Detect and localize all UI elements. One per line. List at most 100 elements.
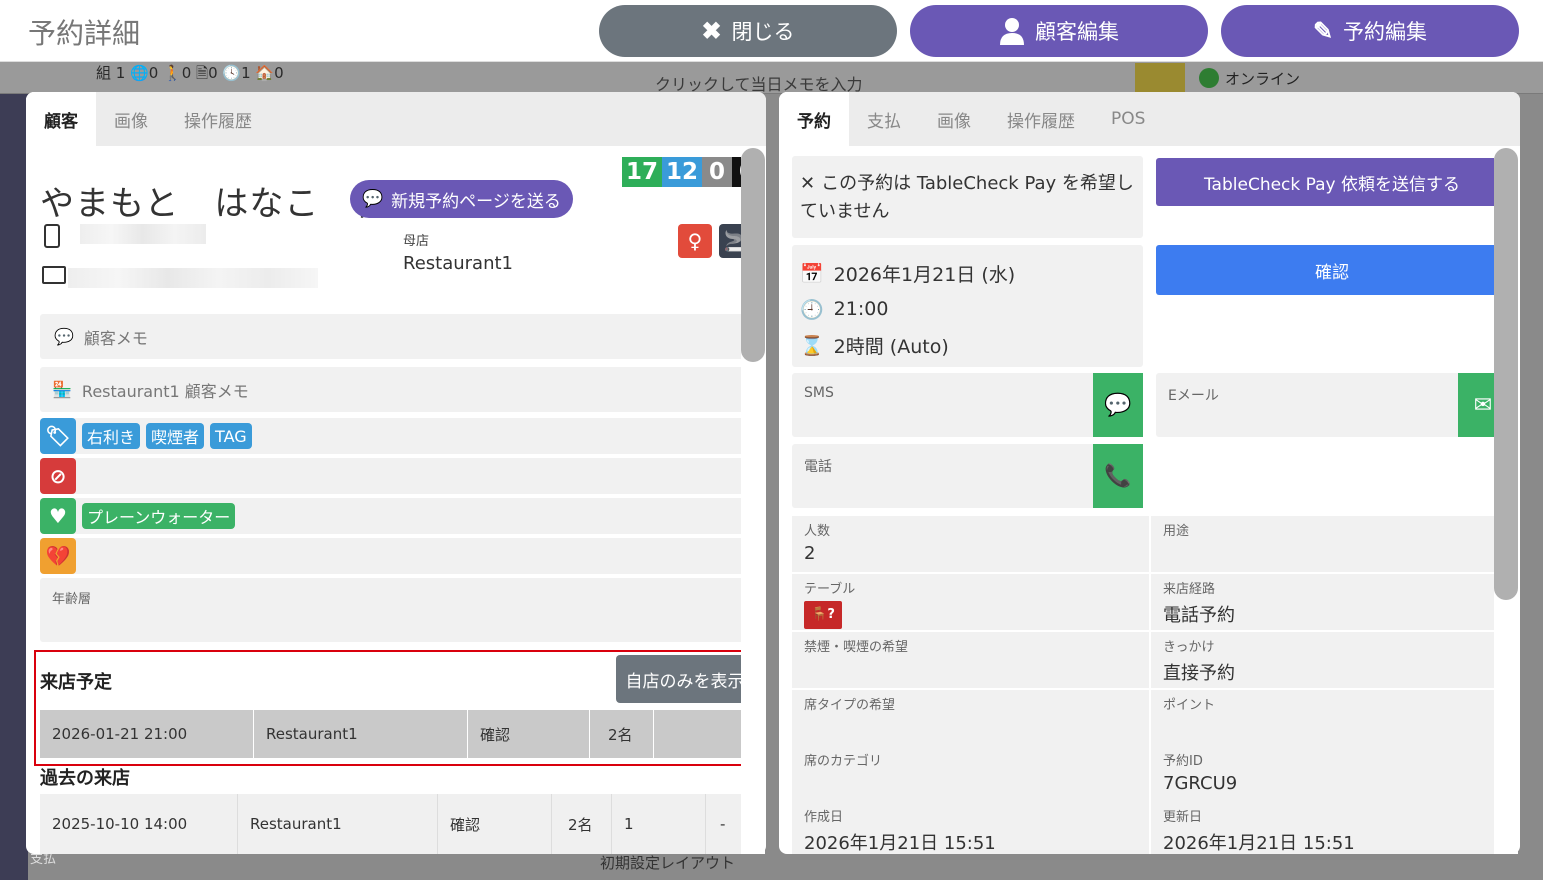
tab-reservation[interactable]: 予約 xyxy=(779,92,849,146)
customer-panel-scrollbar[interactable] xyxy=(741,148,765,854)
pencil-icon: ✎ xyxy=(1312,17,1334,45)
close-button-label: 閉じる xyxy=(731,21,795,44)
sms-button[interactable]: 💬 xyxy=(1093,373,1143,437)
field-purpose[interactable]: 用途 xyxy=(1151,516,1508,572)
ban-icon: ⊘ xyxy=(40,458,76,494)
reservation-time: 21:00 xyxy=(833,298,889,320)
pay-note-text: この予約は TableCheck Pay を希望していません xyxy=(800,173,1134,222)
email-field: Eメール ✉ xyxy=(1156,373,1508,437)
upcoming-party-size: 2名 xyxy=(590,710,654,758)
sms-label: SMS xyxy=(804,385,834,401)
send-button-label: 新規予約ページを送る xyxy=(391,191,561,212)
home-store-value: Restaurant1 xyxy=(403,253,513,274)
badge-visits: 17 xyxy=(622,157,663,187)
close-icon: ✖ xyxy=(701,17,722,45)
upcoming-datetime: 2026-01-21 21:00 xyxy=(40,710,254,758)
past-party-size: 2名 xyxy=(552,794,612,854)
chat-icon: 💬 xyxy=(1104,392,1132,418)
store-memo-label: Restaurant1 顧客メモ xyxy=(81,381,249,401)
reservation-edit-button[interactable]: ✎ 予約編集 xyxy=(1221,5,1519,57)
tab-images[interactable]: 画像 xyxy=(919,92,989,146)
field-seat-category[interactable]: 席のカテゴリ xyxy=(792,746,1149,802)
upcoming-store: Restaurant1 xyxy=(254,710,468,758)
tablecheck-pay-note: ✕ この予約は TableCheck Pay を希望していません xyxy=(792,156,1143,238)
table-row[interactable]: 2026-01-21 21:00 Restaurant1 確認 2名 xyxy=(40,710,754,758)
background-layout-label: 初期設定レイアウト xyxy=(600,854,736,872)
user-icon xyxy=(999,17,1025,45)
like-chip: プレーンウォーター xyxy=(82,503,236,529)
field-created-at: 作成日 2026年1月21日 15:51 xyxy=(792,802,1149,854)
scrollbar-thumb[interactable] xyxy=(1494,148,1518,600)
reservation-duration: 2時間 (Auto) xyxy=(833,335,949,358)
field-updated-at: 更新日 2026年1月21日 15:51 xyxy=(1151,802,1508,854)
field-source[interactable]: 来店経路 電話予約 xyxy=(1151,574,1508,630)
background-online-label: オンライン xyxy=(1225,69,1301,88)
send-tablecheck-pay-button[interactable]: TableCheck Pay 依頼を送信する xyxy=(1156,158,1508,206)
field-smoking-preference[interactable]: 禁煙・喫煙の希望 xyxy=(792,632,1149,688)
hourglass-icon: ⌛ xyxy=(800,334,824,357)
globe-icon xyxy=(1199,68,1219,88)
call-button[interactable]: 📞 xyxy=(1093,444,1143,508)
field-referral[interactable]: きっかけ 直接予約 xyxy=(1151,632,1508,688)
customer-edit-button[interactable]: 顧客編集 xyxy=(910,5,1208,57)
field-table[interactable]: テーブル 🪑? xyxy=(792,574,1149,630)
tags-row[interactable]: 🏷 右利き 喫煙者 TAG xyxy=(40,418,754,454)
table-row[interactable]: 2025-10-10 14:00 Restaurant1 確認 2名 1 - xyxy=(40,794,754,854)
field-points[interactable]: ポイント xyxy=(1151,690,1508,746)
restrictions-row[interactable]: ⊘ xyxy=(40,458,754,494)
background-counters: 組 1 🌐0 🚶0 🗎0 🕓1 🏠0 xyxy=(96,64,284,82)
phone-icon: 📞 xyxy=(1104,463,1132,489)
broken-heart-icon: 💔 xyxy=(40,538,76,574)
customer-memo-field[interactable]: 💬 顧客メモ xyxy=(40,314,754,359)
age-group-field[interactable]: 年齢層 xyxy=(40,578,754,642)
customer-edit-label: 顧客編集 xyxy=(1035,21,1119,44)
tab-images[interactable]: 画像 xyxy=(96,92,166,146)
email-redacted xyxy=(68,268,318,288)
comment-icon: 💬 xyxy=(54,327,74,346)
show-own-store-only-button[interactable]: 自店のみを表示 xyxy=(616,655,754,703)
badge-completed: 12 xyxy=(662,157,703,187)
phone-label: 電話 xyxy=(804,459,832,475)
home-store-label: 母店 xyxy=(403,234,430,249)
tag-chip: 右利き xyxy=(82,423,141,449)
scrollbar-thumb[interactable] xyxy=(741,148,765,362)
tag-chip: TAG xyxy=(210,423,252,449)
reservation-date: 2026年1月21日 (水) xyxy=(833,263,1016,286)
background-layout-icon xyxy=(1135,63,1185,93)
tab-customer[interactable]: 顧客 xyxy=(26,92,96,146)
phone-number-redacted xyxy=(80,224,206,244)
past-visits-title: 過去の来店 xyxy=(40,768,130,789)
status-confirm-button[interactable]: 確認 xyxy=(1156,245,1508,295)
reservation-panel: 予約 支払 画像 操作履歴 POS ✕ この予約は TableCheck Pay … xyxy=(779,92,1520,854)
tag-icon: 🏷 xyxy=(40,418,76,454)
mobile-phone-icon xyxy=(44,224,60,248)
field-party-size[interactable]: 人数 2 xyxy=(792,516,1149,572)
customer-name: やまもと はなこ 様 xyxy=(40,184,390,224)
upcoming-visits-title: 来店予定 xyxy=(40,672,112,693)
field-reservation-id: 予約ID 7GRCU9 xyxy=(1151,746,1508,802)
tab-history[interactable]: 操作履歴 xyxy=(989,92,1093,146)
envelope-icon: ✉ xyxy=(1473,392,1493,418)
reservation-panel-scrollbar[interactable] xyxy=(1494,148,1518,854)
store-customer-memo-field[interactable]: 🏪 Restaurant1 顧客メモ xyxy=(40,367,754,412)
table-unassigned-icon: 🪑? xyxy=(804,601,842,629)
age-group-label: 年齢層 xyxy=(52,592,92,607)
tab-payment[interactable]: 支払 xyxy=(849,92,919,146)
send-new-reservation-page-button[interactable]: 💬 新規予約ページを送る xyxy=(350,180,573,218)
badge-cancel: 0 xyxy=(702,157,733,187)
field-seat-type[interactable]: 席タイプの希望 xyxy=(792,690,1149,746)
dislikes-row[interactable]: 💔 xyxy=(40,538,754,574)
upcoming-extra xyxy=(654,710,754,758)
envelope-icon xyxy=(42,266,66,284)
sms-field: SMS 💬 xyxy=(792,373,1143,437)
tab-pos[interactable]: POS xyxy=(1093,92,1163,146)
close-button[interactable]: ✖ 閉じる xyxy=(599,5,897,57)
email-label: Eメール xyxy=(1168,388,1219,404)
female-icon: ♀ xyxy=(678,224,712,258)
tab-history[interactable]: 操作履歴 xyxy=(166,92,270,146)
x-icon: ✕ xyxy=(800,173,816,194)
past-datetime: 2025-10-10 14:00 xyxy=(40,794,238,854)
phone-field: 電話 📞 xyxy=(792,444,1143,508)
past-status: 確認 xyxy=(438,794,552,854)
likes-row[interactable]: ♥ プレーンウォーター xyxy=(40,498,754,534)
